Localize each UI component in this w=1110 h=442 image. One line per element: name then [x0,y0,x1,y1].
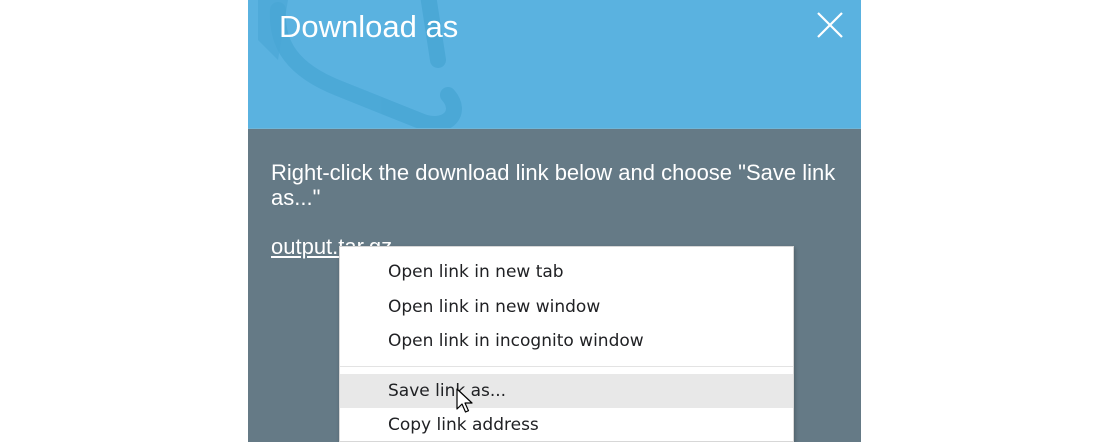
context-menu: Open link in new tab Open link in new wi… [339,246,794,442]
instruction-text: Right-click the download link below and … [271,160,836,210]
menu-item-save-link-as[interactable]: Save link as... [340,373,793,408]
dialog-header: Download as [248,0,861,129]
dialog-body: Right-click the download link below and … [271,160,856,260]
menu-item-open-new-tab[interactable]: Open link in new tab [340,255,793,290]
menu-separator [340,365,793,367]
menu-item-open-new-window[interactable]: Open link in new window [340,290,793,325]
dialog-title: Download as [279,9,459,44]
close-button[interactable] [815,10,845,40]
menu-item-open-incognito[interactable]: Open link in incognito window [340,324,793,359]
menu-item-copy-link-address[interactable]: Copy link address [340,408,793,441]
close-icon [817,12,843,38]
page: Download as Right-click the download lin… [0,0,1110,442]
